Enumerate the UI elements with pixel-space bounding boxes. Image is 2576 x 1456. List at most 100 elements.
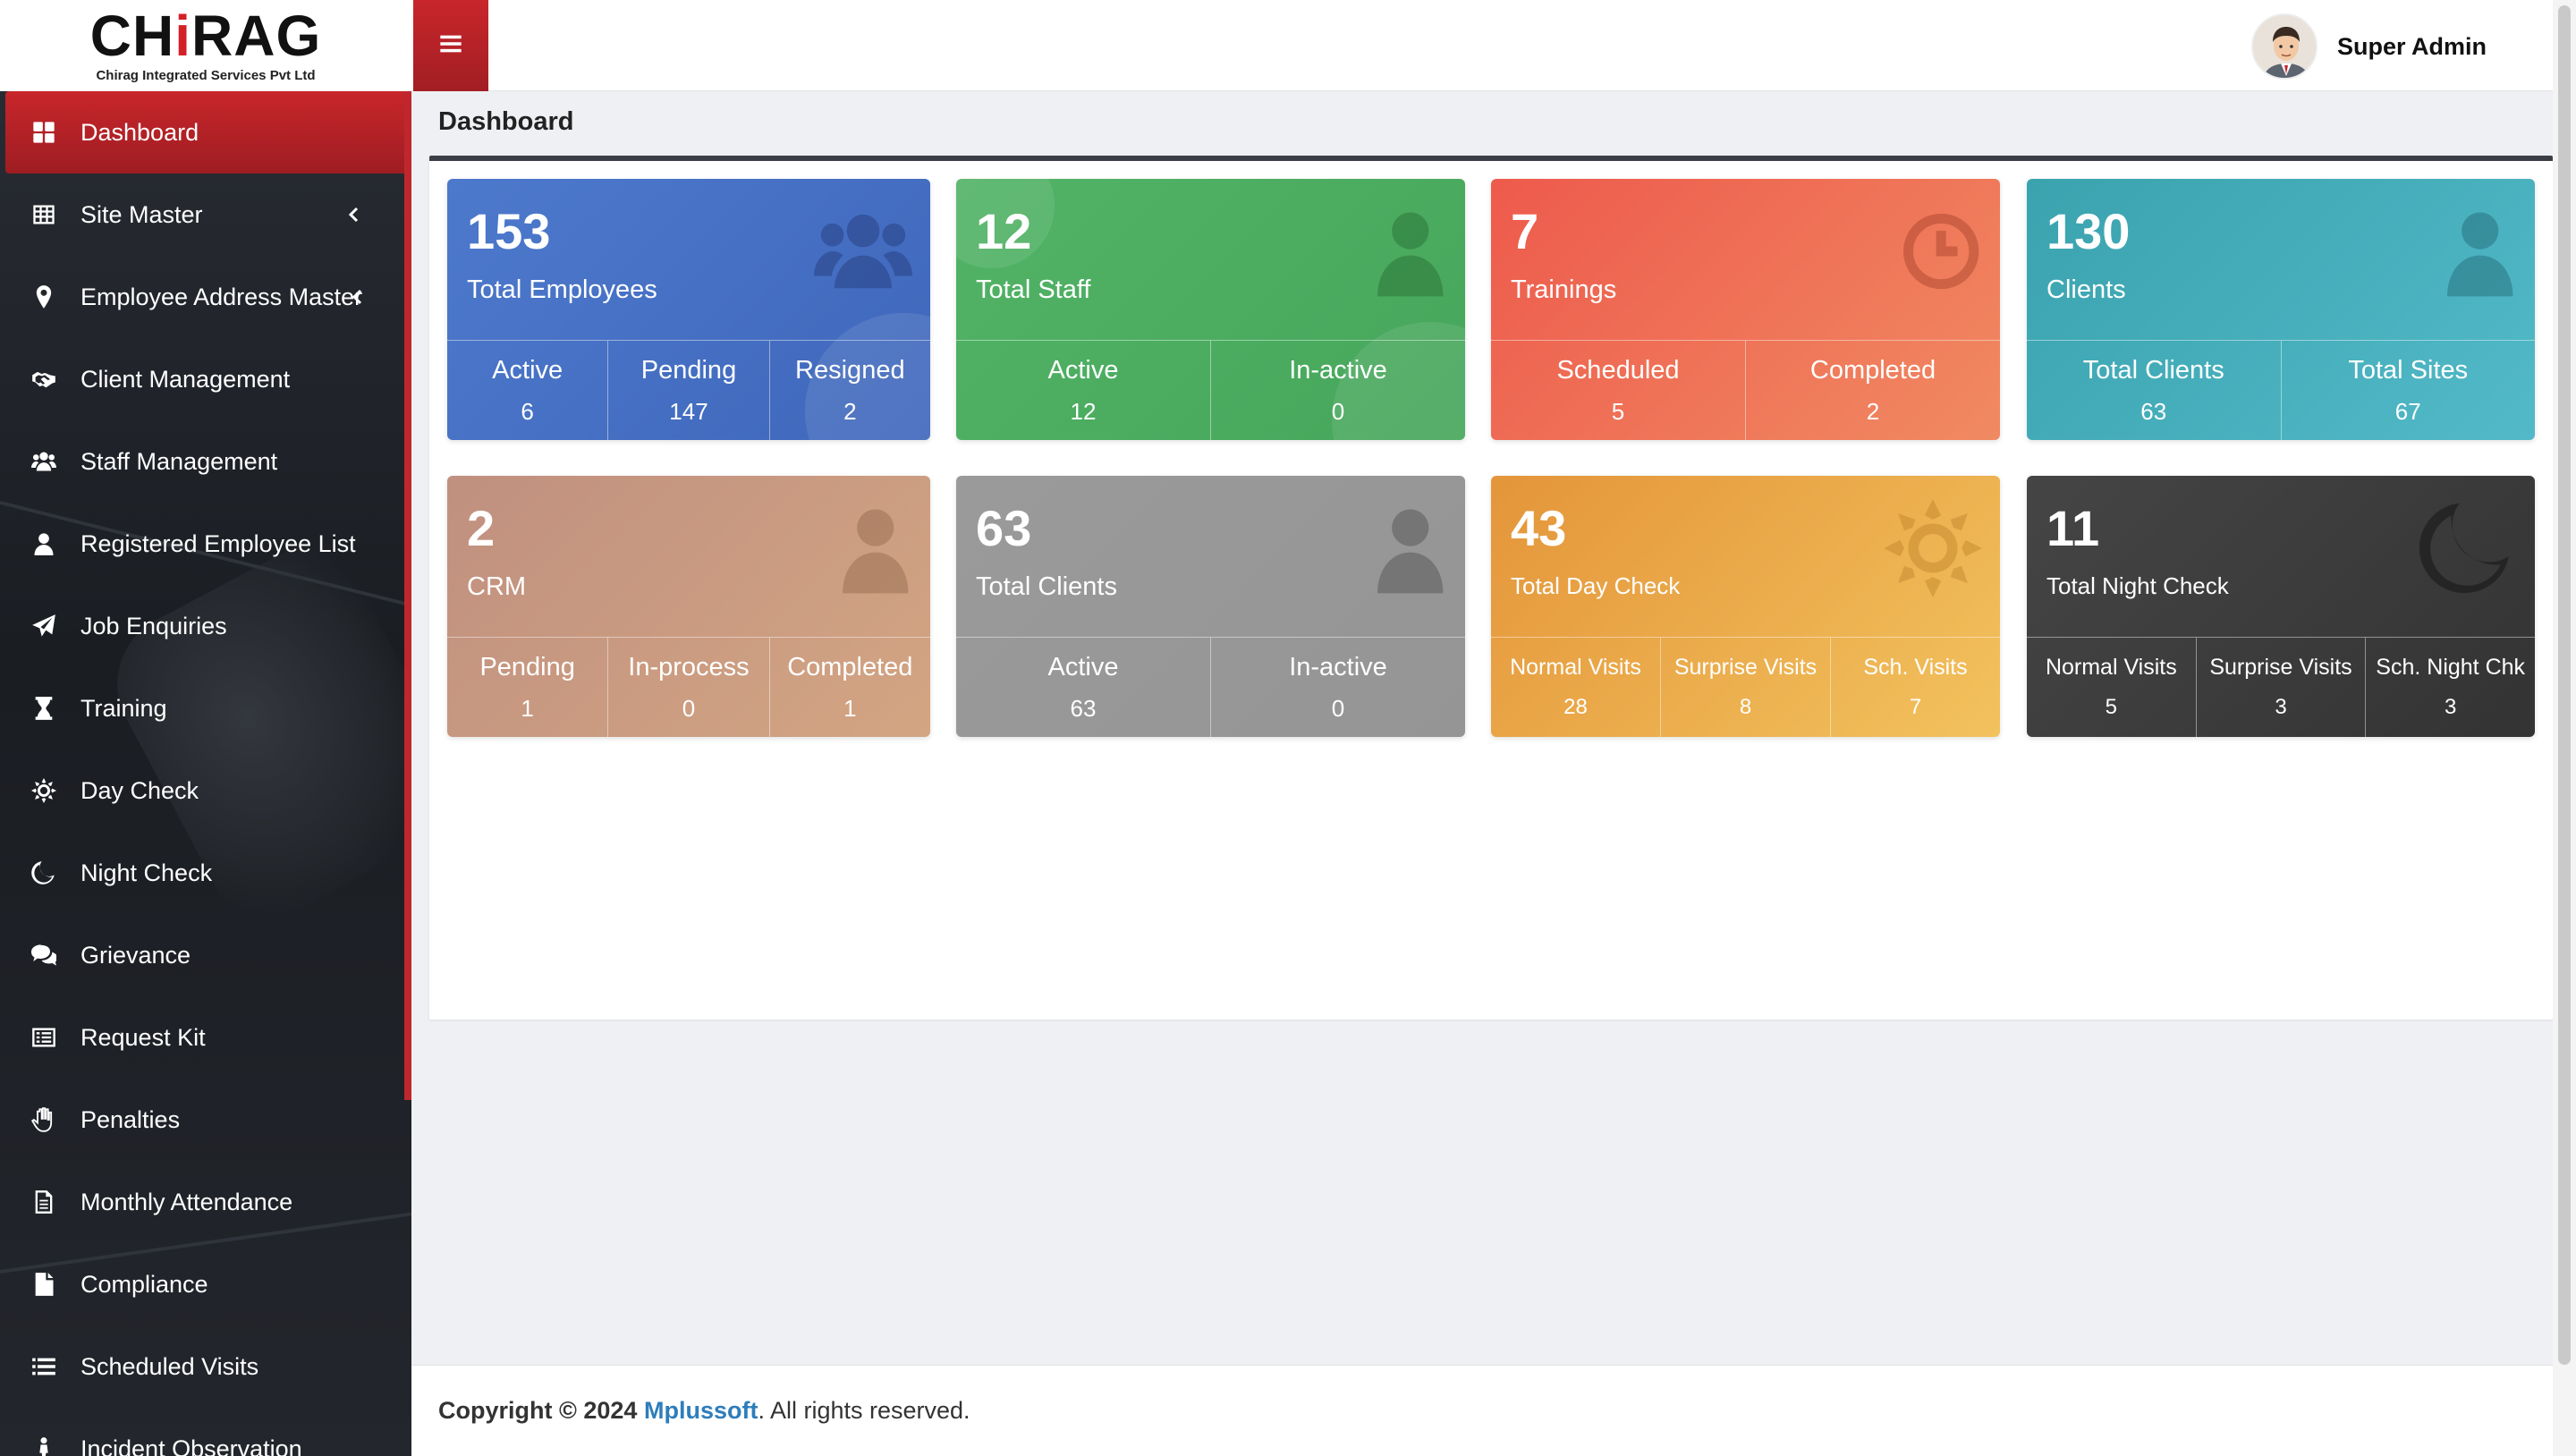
stat-total-clients[interactable]: Total Clients 63 bbox=[2027, 341, 2281, 440]
sidebar-item-client-management[interactable]: Client Management bbox=[0, 338, 404, 420]
sidebar-item-site-master[interactable]: Site Master bbox=[0, 174, 404, 256]
card-count: 130 bbox=[2046, 203, 2131, 259]
stat-inactive[interactable]: In-active 0 bbox=[1210, 638, 1465, 737]
card-count: 43 bbox=[1511, 500, 1567, 556]
sidebar-item-label: Dashboard bbox=[80, 118, 199, 146]
company-link[interactable]: Mplussoft bbox=[644, 1397, 758, 1425]
stat-active[interactable]: Active 6 bbox=[447, 341, 607, 440]
user-name: Super Admin bbox=[2336, 32, 2487, 60]
avatar bbox=[2250, 13, 2318, 80]
file-icon bbox=[30, 1271, 57, 1298]
sidebar-item-day-check[interactable]: Day Check bbox=[0, 749, 404, 832]
card-label: CRM bbox=[467, 572, 527, 601]
users-icon bbox=[814, 202, 912, 301]
scrollbar-thumb[interactable] bbox=[2558, 5, 2571, 1365]
card-stats: Active 12 In-active 0 bbox=[956, 340, 1465, 440]
sidebar-item-label: Registered Employee List bbox=[80, 529, 356, 557]
card-total-staff[interactable]: 12 Total Staff Active 12 In-active 0 bbox=[956, 179, 1465, 440]
card-stats: Active 6 Pending 147 Resigned 2 bbox=[447, 340, 930, 440]
user-icon bbox=[1349, 499, 1447, 597]
sidebar-item-compliance[interactable]: Compliance bbox=[0, 1243, 404, 1325]
card-label: Clients bbox=[2046, 275, 2126, 304]
card-label: Total Employees bbox=[467, 275, 657, 304]
card-stats: Pending 1 In-process 0 Completed 1 bbox=[447, 637, 930, 737]
card-count: 7 bbox=[1511, 203, 1539, 259]
stat-inactive[interactable]: In-active 0 bbox=[1210, 341, 1465, 440]
stat-in-process[interactable]: In-process 0 bbox=[607, 638, 768, 737]
stat-pending[interactable]: Pending 1 bbox=[447, 638, 607, 737]
sidebar-item-registered-employee-list[interactable]: Registered Employee List bbox=[0, 503, 404, 585]
stat-scheduled-night-checks[interactable]: Sch. Night Chk 3 bbox=[2365, 638, 2535, 737]
sidebar-item-monthly-attendance[interactable]: Monthly Attendance bbox=[0, 1161, 404, 1243]
footer: Copyright © 2024 Mplussoft. All rights r… bbox=[411, 1365, 2576, 1456]
brand-name: CHiRAG bbox=[89, 3, 322, 68]
sun-icon bbox=[1884, 499, 1982, 597]
stat-normal-visits[interactable]: Normal Visits 28 bbox=[1491, 638, 1660, 737]
stat-active[interactable]: Active 12 bbox=[956, 341, 1210, 440]
stat-active[interactable]: Active 63 bbox=[956, 638, 1210, 737]
sidebar-item-label: Night Check bbox=[80, 859, 213, 886]
sidebar-item-staff-management[interactable]: Staff Management bbox=[0, 420, 404, 503]
stat-total-sites[interactable]: Total Sites 67 bbox=[2280, 341, 2536, 440]
card-label: Total Day Check bbox=[1511, 572, 1681, 599]
sidebar-item-label: Employee Address Master bbox=[80, 283, 363, 310]
sidebar-item-grievance[interactable]: Grievance bbox=[0, 914, 404, 996]
sidebar-item-label: Staff Management bbox=[80, 447, 278, 475]
stat-scheduled[interactable]: Scheduled 5 bbox=[1491, 341, 1745, 440]
users-icon bbox=[30, 448, 57, 475]
hourglass-icon bbox=[30, 695, 57, 722]
user-menu[interactable]: Super Admin bbox=[2250, 13, 2487, 80]
user-icon bbox=[814, 499, 912, 597]
stat-resigned[interactable]: Resigned 2 bbox=[768, 341, 930, 440]
hand-icon bbox=[30, 1106, 57, 1133]
card-label: Total Staff bbox=[976, 275, 1091, 304]
stat-scheduled-visits[interactable]: Sch. Visits 7 bbox=[1830, 638, 2000, 737]
card-label: Trainings bbox=[1511, 275, 1617, 304]
card-total-employees[interactable]: 153 Total Employees Active 6 Pending 147 R… bbox=[447, 179, 930, 440]
stat-completed[interactable]: Completed 2 bbox=[1745, 341, 2000, 440]
card-count: 12 bbox=[976, 203, 1032, 259]
user-icon bbox=[2419, 202, 2517, 301]
stat-surprise-visits[interactable]: Surprise Visits 3 bbox=[2195, 638, 2366, 737]
sidebar-item-label: Monthly Attendance bbox=[80, 1188, 293, 1215]
sidebar-item-penalties[interactable]: Penalties bbox=[0, 1079, 404, 1161]
menu-toggle-button[interactable] bbox=[413, 0, 488, 91]
file-text-icon bbox=[30, 1189, 57, 1215]
card-total-clients[interactable]: 63 Total Clients Active 63 In-active 0 bbox=[956, 476, 1465, 737]
card-trainings[interactable]: 7 Trainings Scheduled 5 Completed 2 bbox=[1491, 179, 2000, 440]
handshake-icon bbox=[30, 366, 57, 393]
card-night-check[interactable]: 11 Total Night Check Normal Visits 5 Surp… bbox=[2027, 476, 2535, 737]
card-stats: Active 63 In-active 0 bbox=[956, 637, 1465, 737]
sidebar-item-scheduled-visits[interactable]: Scheduled Visits bbox=[0, 1325, 404, 1408]
card-clients[interactable]: 130 Clients Total Clients 63 Total Sites 6… bbox=[2027, 179, 2535, 440]
sidebar-item-dashboard[interactable]: Dashboard bbox=[5, 91, 404, 174]
stat-completed[interactable]: Completed 1 bbox=[768, 638, 930, 737]
rights-text: . All rights reserved. bbox=[758, 1397, 970, 1424]
sidebar-item-label: Request Kit bbox=[80, 1023, 206, 1051]
sidebar-item-request-kit[interactable]: Request Kit bbox=[0, 996, 404, 1079]
sidebar: CHiRAG Chirag Integrated Services Pvt Lt… bbox=[0, 0, 411, 1456]
brand-logo[interactable]: CHiRAG Chirag Integrated Services Pvt Lt… bbox=[0, 0, 411, 91]
paper-plane-icon bbox=[30, 613, 57, 639]
card-stats: Normal Visits 5 Surprise Visits 3 Sch. Nig… bbox=[2027, 637, 2535, 737]
sidebar-item-label: Grievance bbox=[80, 941, 191, 969]
sidebar-item-night-check[interactable]: Night Check bbox=[0, 832, 404, 914]
page-scrollbar[interactable] bbox=[2553, 0, 2576, 1456]
card-label: Total Clients bbox=[976, 572, 1117, 601]
top-bar: Super Admin bbox=[411, 0, 2576, 91]
chevron-left-icon bbox=[343, 204, 365, 225]
stat-surprise-visits[interactable]: Surprise Visits 8 bbox=[1660, 638, 1830, 737]
sidebar-item-label: Penalties bbox=[80, 1105, 181, 1133]
stat-normal-visits[interactable]: Normal Visits 5 bbox=[2027, 638, 2196, 737]
sidebar-item-incident-observation[interactable]: Incident Observation bbox=[0, 1408, 404, 1456]
card-crm[interactable]: 2 CRM Pending 1 In-process 0 Completed 1 bbox=[447, 476, 930, 737]
card-stats: Scheduled 5 Completed 2 bbox=[1491, 340, 2000, 440]
sidebar-item-employee-address-master[interactable]: Employee Address Master bbox=[0, 256, 404, 338]
sidebar-item-training[interactable]: Training bbox=[0, 667, 404, 749]
card-day-check[interactable]: 43 Total Day Check Normal Visits 28 Surpr… bbox=[1491, 476, 2000, 737]
sidebar-item-job-enquiries[interactable]: Job Enquiries bbox=[0, 585, 404, 667]
dashboard-panel: 153 Total Employees Active 6 Pending 147 R… bbox=[429, 156, 2553, 1020]
comments-icon bbox=[30, 942, 57, 969]
stat-pending[interactable]: Pending 147 bbox=[607, 341, 768, 440]
user-icon bbox=[30, 530, 57, 557]
